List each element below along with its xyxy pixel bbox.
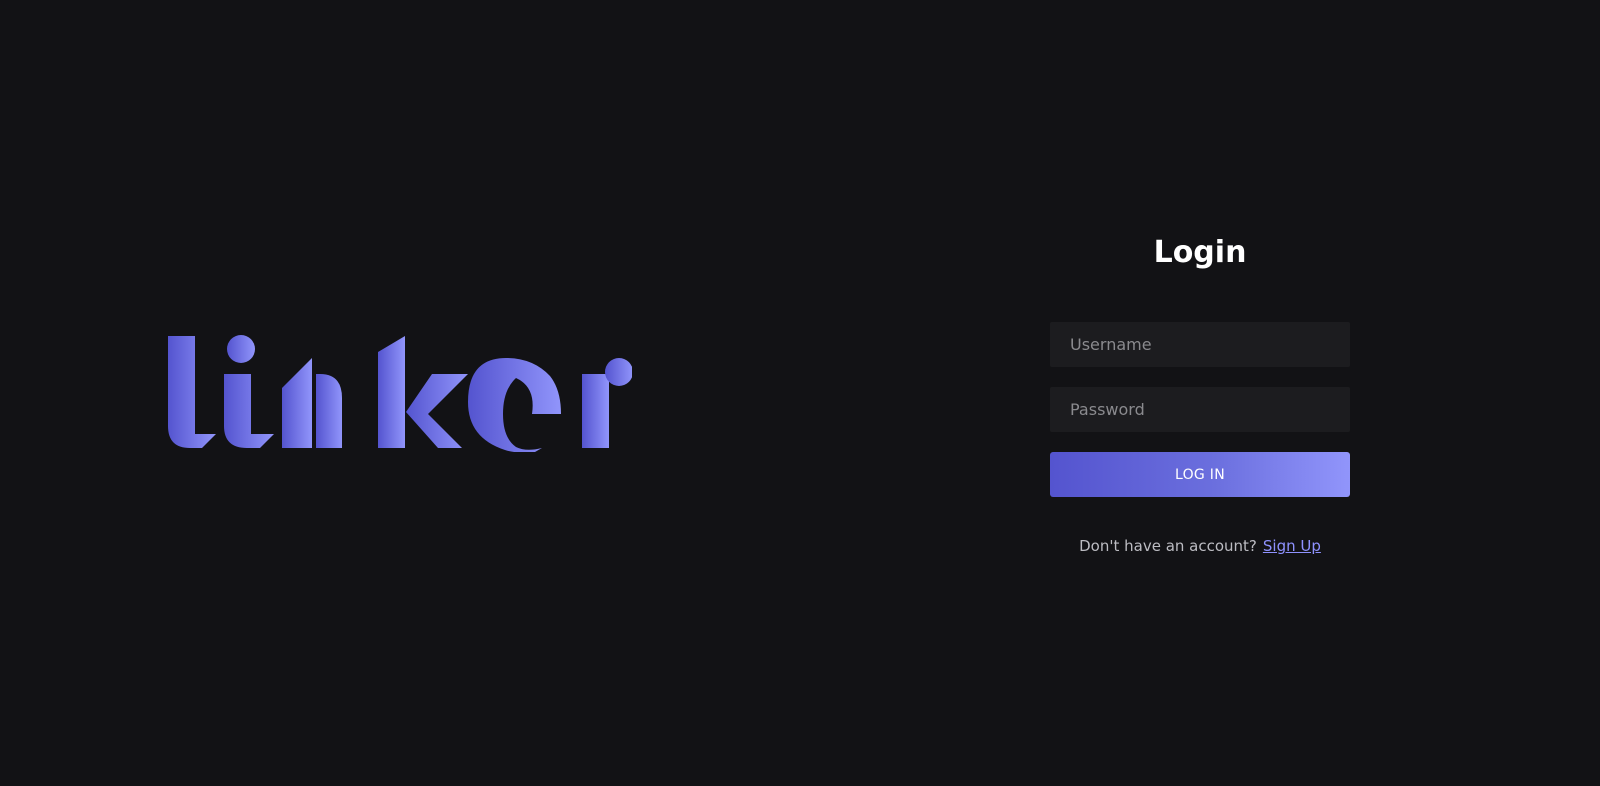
login-button[interactable]: LOG IN [1050, 452, 1350, 497]
brand-logo [168, 334, 633, 453]
password-input[interactable] [1050, 387, 1350, 432]
signup-prompt: Don't have an account? [1079, 537, 1257, 555]
login-form: Login LOG IN Don't have an account? Sign … [1050, 230, 1350, 555]
linker-logo-icon [168, 335, 633, 453]
signup-row: Don't have an account? Sign Up [1050, 537, 1350, 555]
login-title: Login [1153, 235, 1247, 270]
signup-link[interactable]: Sign Up [1263, 537, 1321, 555]
login-page: Login LOG IN Don't have an account? Sign … [0, 0, 1600, 786]
username-input[interactable] [1050, 322, 1350, 367]
